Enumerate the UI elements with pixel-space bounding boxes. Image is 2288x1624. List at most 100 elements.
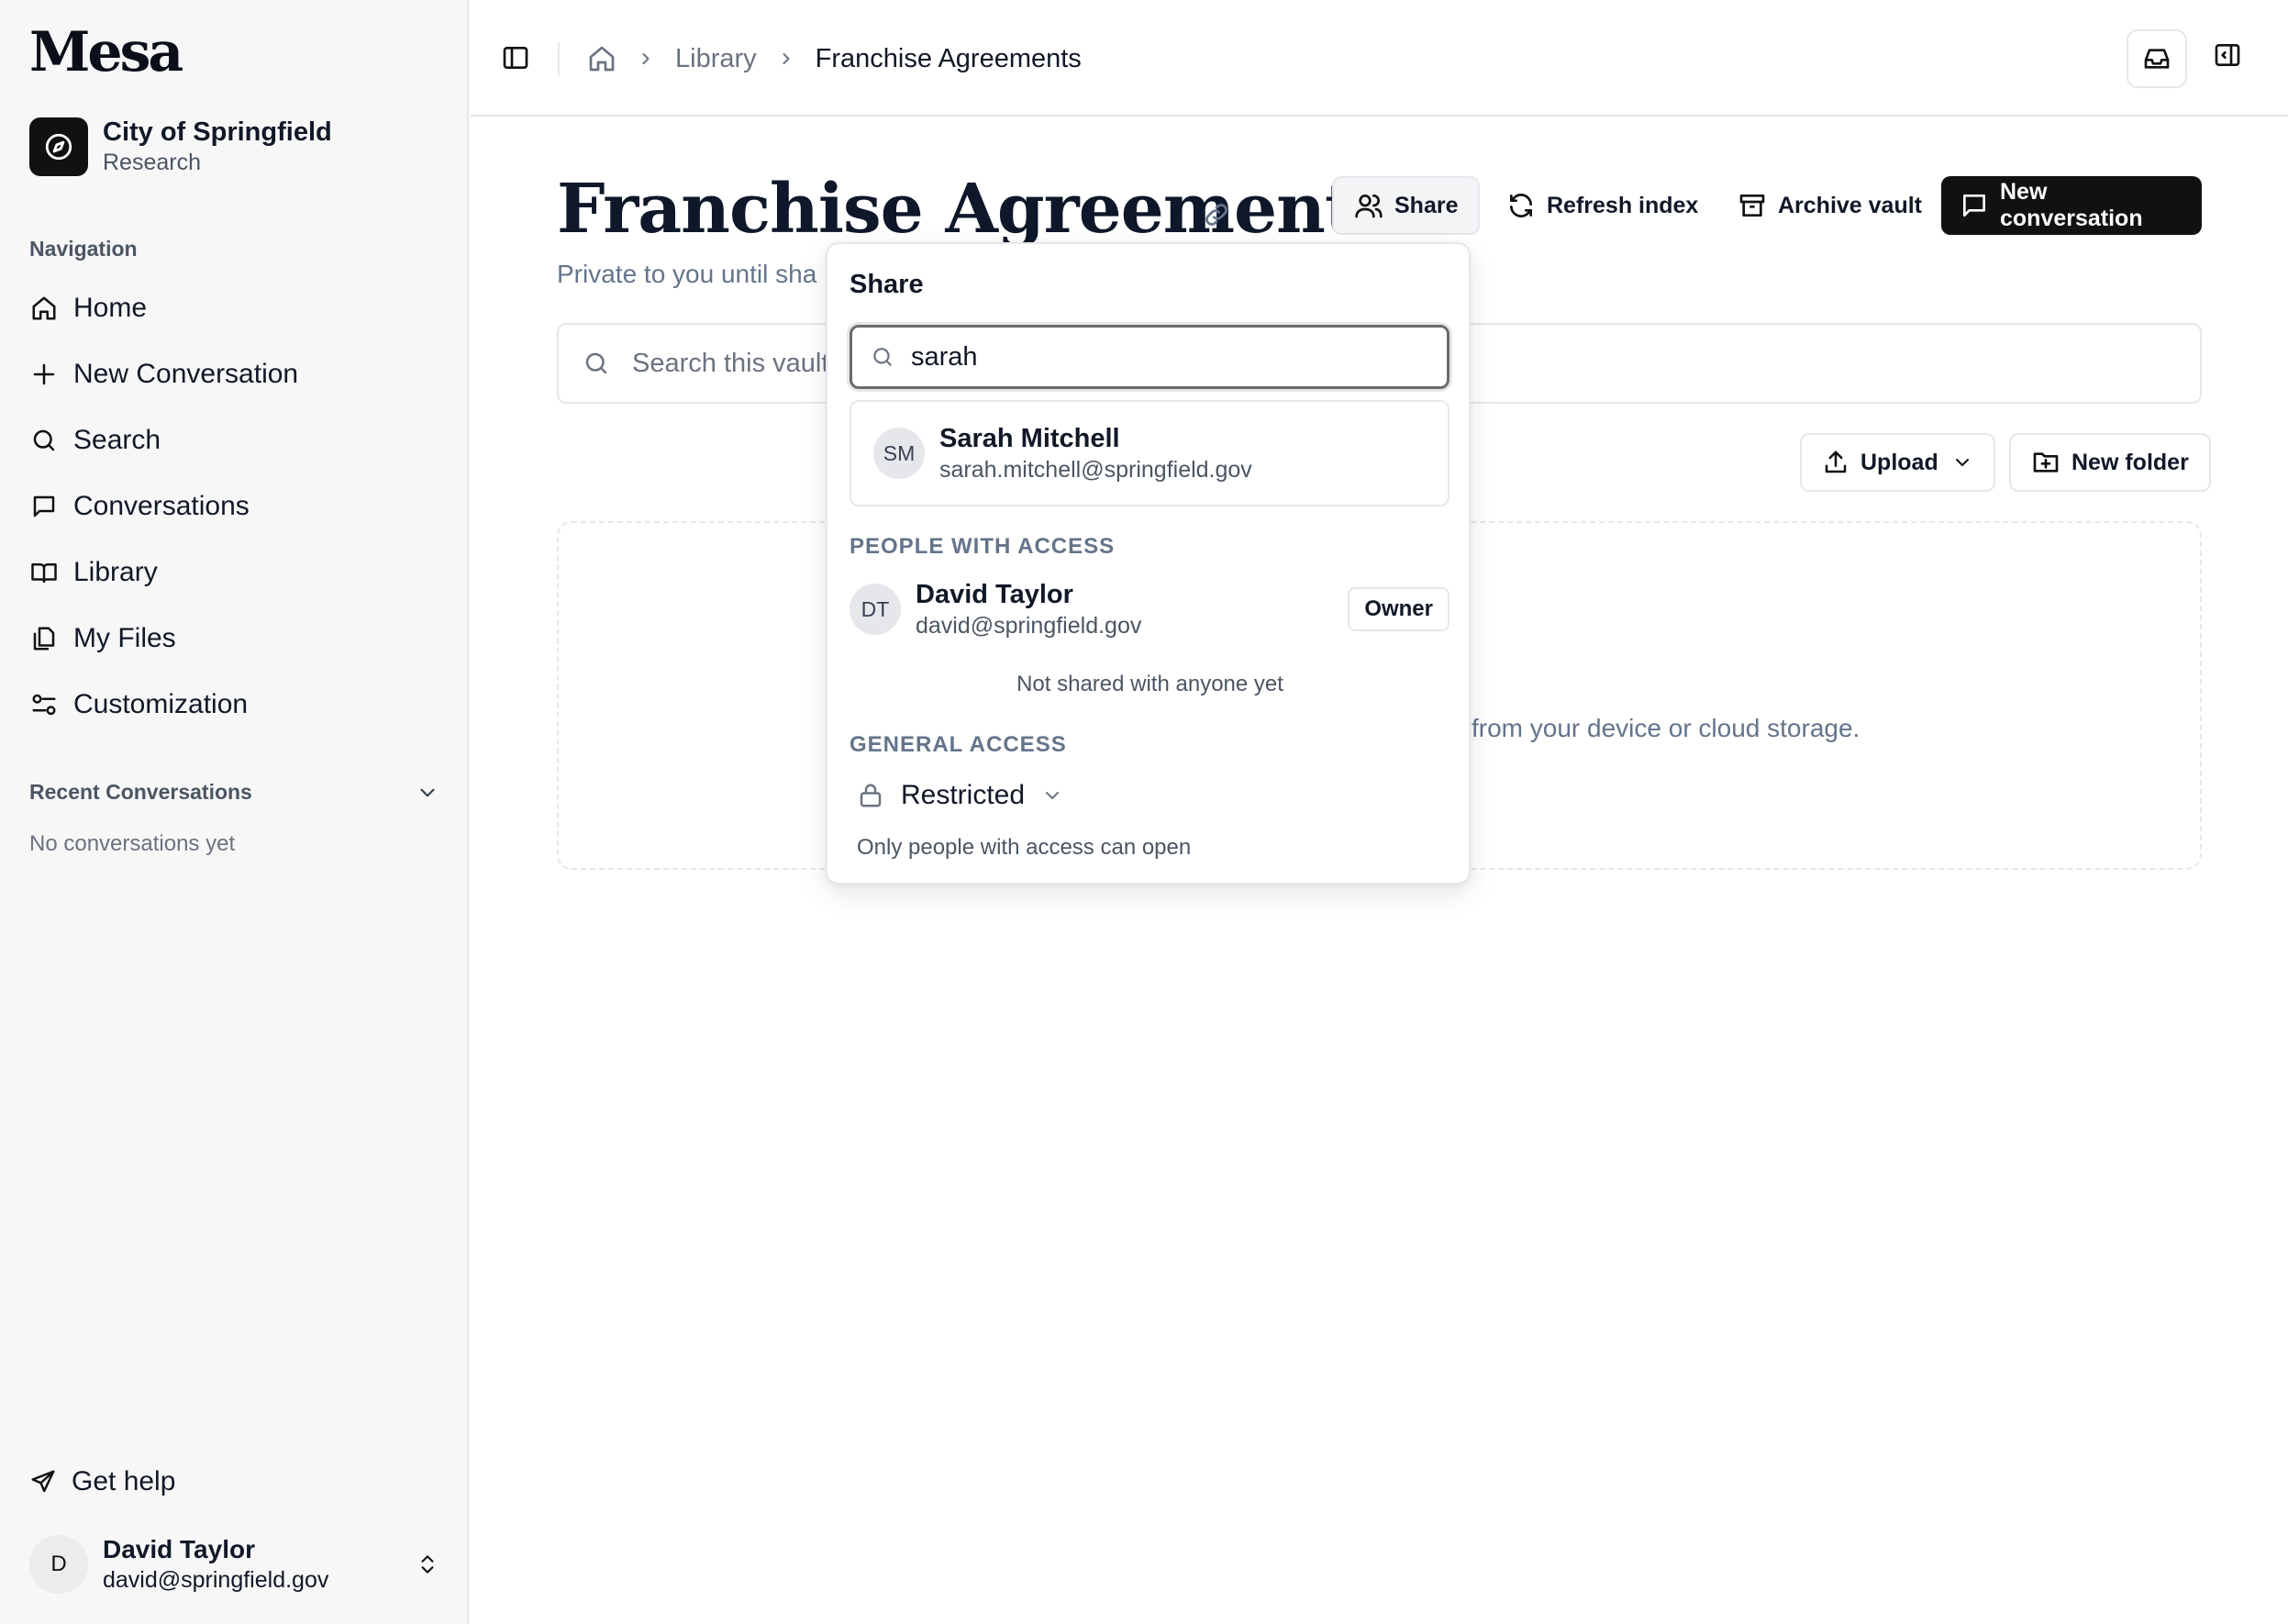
user-email: david@springfield.gov	[103, 1567, 329, 1593]
upload-icon	[1822, 449, 1849, 476]
sidebar-item-home[interactable]: Home	[29, 275, 298, 341]
sidebar-item-conversations[interactable]: Conversations	[29, 473, 298, 539]
plus-icon	[29, 360, 59, 389]
sidebar-item-customization[interactable]: Customization	[29, 672, 298, 738]
search-placeholder: Search this vault	[632, 348, 829, 378]
right-panel-toggle-icon[interactable]	[2213, 40, 2242, 70]
avatar: SM	[873, 428, 925, 479]
archive-label: Archive vault	[1778, 192, 1923, 218]
share-popover-title: Share	[850, 270, 924, 299]
chevron-down-icon	[1951, 451, 1973, 473]
sidebar-item-label: Home	[73, 293, 148, 323]
chevron-down-icon[interactable]	[416, 781, 439, 805]
folder-plus-icon	[2031, 448, 2060, 477]
sidebar: Mesa City of Springfield Research Naviga…	[0, 0, 469, 1624]
new-conversation-label: New conversation	[2000, 179, 2143, 231]
general-access-select[interactable]: Restricted	[857, 780, 1063, 811]
access-description: Only people with access can open	[857, 835, 1192, 860]
chevrons-up-down-icon[interactable]	[416, 1551, 439, 1578]
link-icon[interactable]	[1202, 200, 1231, 229]
sidebar-item-label: Library	[73, 557, 158, 587]
users-icon	[1354, 191, 1383, 220]
sidebar-item-label: New Conversation	[73, 359, 299, 389]
inbox-button[interactable]	[2127, 29, 2187, 88]
home-icon	[29, 294, 59, 323]
not-shared-text: Not shared with anyone yet	[1016, 672, 1283, 696]
org-switcher[interactable]: City of Springfield Research	[29, 117, 332, 177]
breadcrumb-library[interactable]: Library	[675, 44, 757, 74]
search-icon	[29, 426, 59, 455]
send-icon	[29, 1468, 57, 1496]
sidebar-item-library[interactable]: Library	[29, 539, 298, 606]
user-name: David Taylor	[103, 1535, 255, 1563]
sidebar-nav: Home New Conversation Search Conversatio…	[29, 275, 298, 738]
recent-conversations-title: Recent Conversations	[29, 780, 252, 804]
nav-section-title: Navigation	[29, 237, 138, 261]
divider	[558, 42, 560, 75]
suggestion-name: Sarah Mitchell	[939, 424, 1120, 453]
breadcrumb-current: Franchise Agreements	[815, 43, 1082, 73]
page-subtitle: Private to you until sha	[557, 260, 817, 288]
book-icon	[29, 558, 59, 587]
chevron-down-icon	[1041, 784, 1063, 806]
recent-conversations-header[interactable]: Recent Conversations	[29, 780, 439, 805]
share-search-input[interactable]: sarah	[850, 325, 1449, 389]
inbox-icon	[2142, 44, 2171, 73]
org-name: City of Springfield	[103, 117, 332, 147]
org-subtitle: Research	[103, 150, 201, 175]
suggestion-email: sarah.mitchell@springfield.gov	[939, 457, 1252, 483]
sidebar-item-label: Search	[73, 425, 161, 455]
sidebar-toggle-icon[interactable]	[501, 43, 530, 72]
owner-email: david@springfield.gov	[916, 613, 1142, 639]
app-logo[interactable]: Mesa	[29, 20, 183, 84]
sidebar-item-label: Customization	[73, 689, 249, 719]
share-label: Share	[1394, 192, 1459, 218]
sidebar-item-label: My Files	[73, 623, 176, 653]
people-with-access-label: PEOPLE WITH ACCESS	[850, 534, 1116, 559]
files-icon	[29, 624, 59, 653]
archive-icon	[1738, 191, 1767, 220]
avatar: D	[29, 1535, 88, 1594]
share-suggestion-item[interactable]: SM Sarah Mitchell sarah.mitchell@springf…	[850, 400, 1449, 506]
new-conversation-button[interactable]: New conversation	[1941, 176, 2202, 235]
chevron-right-icon	[777, 50, 795, 68]
share-button[interactable]: Share	[1332, 176, 1481, 235]
new-folder-label: New folder	[2071, 449, 2189, 475]
access-level-value: Restricted	[901, 780, 1026, 810]
avatar: DT	[850, 584, 901, 635]
sidebar-item-my-files[interactable]: My Files	[29, 606, 298, 672]
upload-label: Upload	[1860, 449, 1938, 475]
owner-badge: Owner	[1348, 587, 1449, 631]
refresh-icon	[1506, 191, 1536, 220]
page-title: Franchise Agreements	[557, 170, 1394, 249]
search-icon	[583, 350, 610, 377]
breadcrumb: Library Franchise Agreements	[587, 37, 1082, 81]
share-search-value: sarah	[911, 341, 978, 372]
refresh-index-button[interactable]: Refresh index	[1503, 176, 1702, 235]
compass-icon	[29, 117, 88, 176]
refresh-label: Refresh index	[1547, 192, 1699, 218]
top-bar: Library Franchise Agreements	[470, 0, 2288, 117]
access-list-item: DT David Taylor david@springfield.gov Ow…	[850, 578, 1449, 640]
home-icon[interactable]	[587, 44, 616, 73]
share-popover: Share sarah SM Sarah Mitchell sarah.mitc…	[826, 242, 1471, 884]
general-access-label: GENERAL ACCESS	[850, 732, 1067, 757]
sliders-icon	[29, 690, 59, 719]
sidebar-item-new-conversation[interactable]: New Conversation	[29, 341, 298, 407]
sidebar-item-search[interactable]: Search	[29, 407, 298, 473]
owner-name: David Taylor	[916, 580, 1073, 609]
get-help-label: Get help	[72, 1466, 176, 1496]
no-conversations-text: No conversations yet	[29, 831, 236, 856]
upload-button[interactable]: Upload	[1800, 433, 1995, 492]
search-icon	[871, 345, 894, 369]
lock-icon	[857, 782, 884, 809]
dropzone-text: from your device or cloud storage.	[1472, 714, 1860, 742]
user-menu[interactable]: D David Taylor david@springfield.gov	[29, 1534, 439, 1595]
chat-icon	[1960, 191, 1989, 220]
archive-vault-button[interactable]: Archive vault	[1734, 176, 1926, 235]
chat-icon	[29, 492, 59, 521]
new-folder-button[interactable]: New folder	[2009, 433, 2211, 492]
sidebar-item-label: Conversations	[73, 491, 250, 521]
get-help-link[interactable]: Get help	[29, 1466, 175, 1497]
chevron-right-icon	[637, 50, 655, 68]
